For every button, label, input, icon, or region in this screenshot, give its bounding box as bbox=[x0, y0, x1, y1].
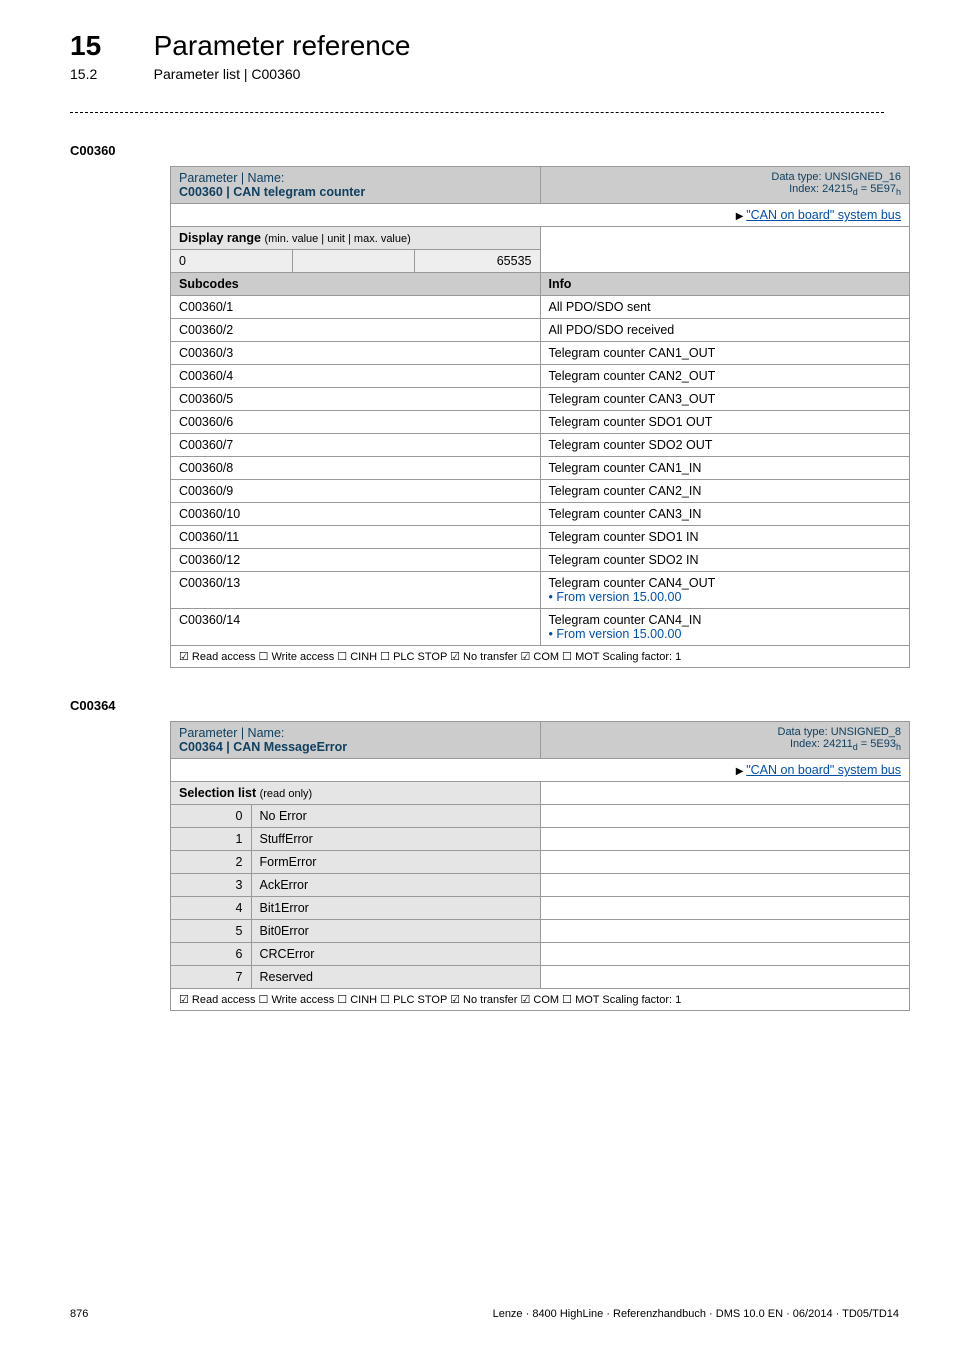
subcode: C00360/8 bbox=[171, 457, 541, 480]
section-number: 15.2 bbox=[70, 66, 150, 82]
footer-info: Lenze · 8400 HighLine · Referenzhandbuch… bbox=[493, 1308, 899, 1320]
list-item: 1StuffError bbox=[171, 828, 910, 851]
param-hdr-name: C00360 | CAN telegram counter bbox=[179, 185, 365, 199]
page-header: 15 Parameter reference 15.2 Parameter li… bbox=[0, 0, 954, 82]
info-text: Telegram counter SDO1 OUT bbox=[540, 411, 910, 434]
param-hdr-label: Parameter | Name: bbox=[179, 171, 284, 185]
subcode: C00360/7 bbox=[171, 434, 541, 457]
subcode: C00360/10 bbox=[171, 503, 541, 526]
info-text: Telegram counter CAN1_IN bbox=[540, 457, 910, 480]
selection-list-small: (read only) bbox=[260, 788, 313, 800]
display-range-label: Display range bbox=[179, 231, 264, 245]
info-text: All PDO/SDO received bbox=[540, 319, 910, 342]
list-number: 2 bbox=[171, 851, 251, 873]
list-item: 4Bit1Error bbox=[171, 897, 910, 920]
info-label: Info bbox=[540, 273, 910, 296]
param-hdr-label: Parameter | Name: bbox=[179, 726, 284, 740]
list-item: 2FormError bbox=[171, 851, 910, 874]
list-number: 0 bbox=[171, 805, 251, 827]
access-row: ☑ Read access ☐ Write access ☐ CINH ☐ PL… bbox=[171, 646, 910, 668]
c00360-table: Parameter | Name: C00360 | CAN telegram … bbox=[170, 166, 910, 668]
subcode: C00360/4 bbox=[171, 365, 541, 388]
subcode: C00360/5 bbox=[171, 388, 541, 411]
selection-list-label: Selection list bbox=[179, 786, 260, 800]
param-hdr-index: Index: 24211d = 5E93h bbox=[790, 738, 901, 750]
info-text: Telegram counter CAN3_IN bbox=[540, 503, 910, 526]
list-number: 5 bbox=[171, 920, 251, 942]
info-text: Telegram counter CAN3_OUT bbox=[540, 388, 910, 411]
list-value: CRCError bbox=[251, 943, 540, 965]
section-title: Parameter list | C00360 bbox=[154, 66, 301, 82]
access-row: ☑ Read access ☐ Write access ☐ CINH ☐ PL… bbox=[171, 989, 910, 1011]
list-number: 4 bbox=[171, 897, 251, 919]
subcode: C00360/3 bbox=[171, 342, 541, 365]
list-number: 7 bbox=[171, 966, 251, 988]
info-text: Telegram counter CAN2_OUT bbox=[540, 365, 910, 388]
subcode: C00360/12 bbox=[171, 549, 541, 572]
version-link[interactable]: From version 15.00.00 bbox=[556, 627, 681, 641]
subcode: C00360/1 bbox=[171, 296, 541, 319]
param-hdr-type: Data type: UNSIGNED_8 bbox=[778, 726, 902, 738]
list-item: 7Reserved bbox=[171, 966, 910, 989]
list-number: 1 bbox=[171, 828, 251, 850]
list-item: 6CRCError bbox=[171, 943, 910, 966]
list-value: FormError bbox=[251, 851, 540, 873]
subcode: C00360/14 bbox=[171, 609, 541, 646]
list-value: Reserved bbox=[251, 966, 540, 988]
range-min: 0 bbox=[171, 250, 293, 272]
c00364-table: Parameter | Name: C00364 | CAN MessageEr… bbox=[170, 721, 910, 1011]
subcode: C00360/11 bbox=[171, 526, 541, 549]
list-number: 3 bbox=[171, 874, 251, 896]
subcode: C00360/2 bbox=[171, 319, 541, 342]
subcodes-label: Subcodes bbox=[171, 273, 541, 296]
chapter-number: 15 bbox=[70, 30, 150, 62]
triangle-icon: ▶ bbox=[736, 211, 746, 222]
list-value: Bit1Error bbox=[251, 897, 540, 919]
can-on-board-link[interactable]: "CAN on board" system bus bbox=[746, 208, 901, 222]
subcode: C00360/9 bbox=[171, 480, 541, 503]
version-link[interactable]: From version 15.00.00 bbox=[556, 590, 681, 604]
param-hdr-name: C00364 | CAN MessageError bbox=[179, 740, 347, 754]
display-range-small: (min. value | unit | max. value) bbox=[264, 233, 410, 245]
c00360-anchor: C00360 bbox=[70, 143, 954, 158]
list-value: StuffError bbox=[251, 828, 540, 850]
chapter-title: Parameter reference bbox=[154, 30, 411, 62]
divider bbox=[70, 112, 884, 113]
info-text: Telegram counter SDO2 OUT bbox=[540, 434, 910, 457]
list-item: 5Bit0Error bbox=[171, 920, 910, 943]
subcode: C00360/13 bbox=[171, 572, 541, 609]
list-value: Bit0Error bbox=[251, 920, 540, 942]
triangle-icon: ▶ bbox=[736, 766, 746, 777]
page-number: 876 bbox=[70, 1308, 88, 1320]
list-value: AckError bbox=[251, 874, 540, 896]
info-text: Telegram counter SDO1 IN bbox=[540, 526, 910, 549]
c00364-anchor: C00364 bbox=[70, 698, 954, 713]
info-text: All PDO/SDO sent bbox=[540, 296, 910, 319]
list-item: 3AckError bbox=[171, 874, 910, 897]
list-item: 0No Error bbox=[171, 805, 910, 828]
param-hdr-index: Index: 24215d = 5E97h bbox=[789, 183, 901, 195]
list-number: 6 bbox=[171, 943, 251, 965]
info-text: Telegram counter SDO2 IN bbox=[540, 549, 910, 572]
footer: 876 Lenze · 8400 HighLine · Referenzhand… bbox=[70, 1308, 899, 1320]
info-text: Telegram counter CAN4_IN bbox=[549, 613, 702, 627]
info-text: Telegram counter CAN2_IN bbox=[540, 480, 910, 503]
param-hdr-type: Data type: UNSIGNED_16 bbox=[771, 171, 901, 183]
range-max: 65535 bbox=[414, 250, 539, 272]
info-text: Telegram counter CAN1_OUT bbox=[540, 342, 910, 365]
list-value: No Error bbox=[251, 805, 540, 827]
can-on-board-link[interactable]: "CAN on board" system bus bbox=[746, 763, 901, 777]
subcode: C00360/6 bbox=[171, 411, 541, 434]
info-text: Telegram counter CAN4_OUT bbox=[549, 576, 716, 590]
